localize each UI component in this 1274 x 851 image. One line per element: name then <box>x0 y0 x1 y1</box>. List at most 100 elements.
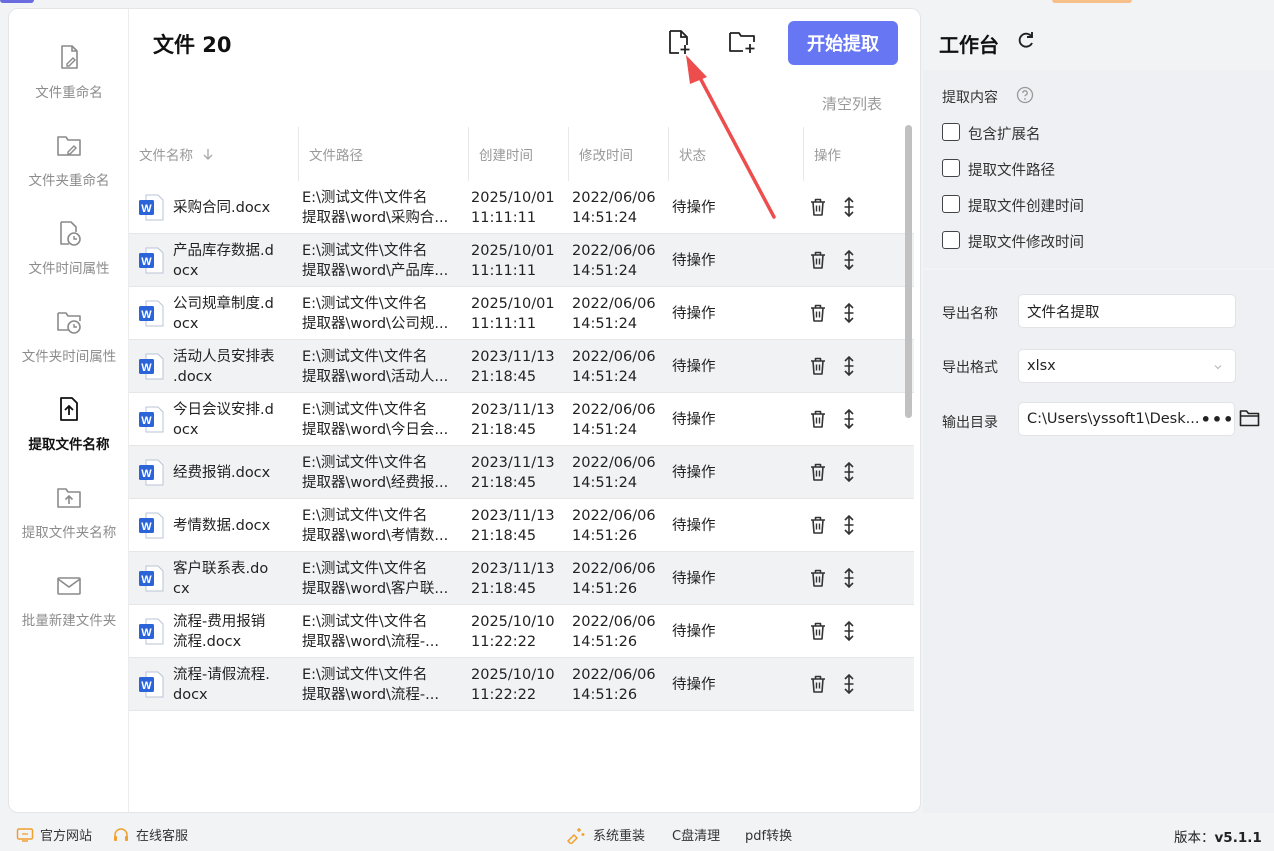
headset-icon <box>114 827 128 841</box>
svg-text:W: W <box>141 203 152 215</box>
browse-more-button[interactable]: ••• <box>1201 402 1235 436</box>
modified-time-cell: 2022/06/06 14:51:24 <box>572 287 670 340</box>
drag-handle[interactable] <box>838 513 860 537</box>
drag-handle[interactable] <box>838 248 860 272</box>
open-folder-icon[interactable] <box>1239 408 1261 428</box>
table-row[interactable]: W 公司规章制度.d ocx E:\测试文件\文件名 提取器\word\公司规... 20… <box>129 287 914 340</box>
delete-row-button[interactable] <box>807 619 829 643</box>
drag-handle[interactable] <box>838 195 860 219</box>
file-path-line2: 提取器\word\公司规... <box>302 315 449 332</box>
file-edit-icon <box>61 45 78 69</box>
add-folder-button[interactable] <box>728 27 758 57</box>
drag-handle[interactable] <box>838 407 860 431</box>
table-row[interactable]: W 考情数据.docx E:\测试文件\文件名 提取器\word\考情数... 2023… <box>129 499 914 552</box>
option-extract-modified-label: 提取文件修改时间 <box>968 235 1084 251</box>
modified-time-cell: 2022/06/06 14:51:24 <box>572 234 670 287</box>
output-dir-input[interactable]: C:\Users\yssoft1\Desk... <box>1018 402 1202 436</box>
file-path-cell: E:\测试文件\文件名 提取器\word\产品库... <box>302 234 466 287</box>
drag-handle[interactable] <box>838 354 860 378</box>
column-header-name[interactable]: 文件名称 <box>129 127 299 181</box>
table-row[interactable]: W 经费报销.docx E:\测试文件\文件名 提取器\word\经费报... 2023… <box>129 446 914 499</box>
table-row[interactable]: W 产品库存数据.d ocx E:\测试文件\文件名 提取器\word\产品库... 20… <box>129 234 914 287</box>
help-icon[interactable] <box>1016 86 1034 104</box>
file-name-line2: 流程.docx <box>173 633 242 650</box>
table-row[interactable]: W 流程-请假流程. docx E:\测试文件\文件名 提取器\word\流程-... 2… <box>129 658 914 711</box>
move-arrows-icon <box>844 197 854 217</box>
modified-time: 14:51:24 <box>572 368 638 385</box>
modified-time: 14:51:26 <box>572 633 638 650</box>
created-time: 11:22:22 <box>471 633 537 650</box>
created-time-cell: 2023/11/13 21:18:45 <box>471 393 569 446</box>
sidebar-item-label: 文件夹时间属性 <box>21 349 117 365</box>
table-scrollbar[interactable] <box>905 125 912 418</box>
delete-row-button[interactable] <box>807 248 829 272</box>
modified-time-cell: 2022/06/06 14:51:24 <box>572 340 670 393</box>
pdf-convert-link[interactable]: pdf转换 <box>745 825 792 844</box>
delete-row-button[interactable] <box>807 407 829 431</box>
main-panel: 文件重命名 文件夹重命名 文件时间属性 文件夹时间属性 提取文件名称 提取文件夹… <box>8 8 921 813</box>
sidebar-item-folder-rename[interactable]: 文件夹重命名 <box>9 127 129 207</box>
column-header-label: 文件名称 <box>139 148 193 164</box>
table-row[interactable]: W 活动人员安排表 .docx E:\测试文件\文件名 提取器\word\活动人... 2… <box>129 340 914 393</box>
website-label: 官方网站 <box>40 829 93 844</box>
clear-list-link[interactable]: 清空列表 <box>822 93 882 114</box>
created-date: 2025/10/10 <box>471 666 555 683</box>
drag-handle[interactable] <box>838 566 860 590</box>
delete-row-button[interactable] <box>807 672 829 696</box>
add-file-button[interactable] <box>664 27 694 57</box>
word-doc-icon: W <box>139 406 164 433</box>
drag-handle[interactable] <box>838 301 860 325</box>
delete-row-button[interactable] <box>807 301 829 325</box>
delete-row-button[interactable] <box>807 460 829 484</box>
export-name-input[interactable]: 文件名提取 <box>1018 294 1236 328</box>
option-include-extension-checkbox[interactable] <box>942 123 960 141</box>
file-name-cell: 产品库存数据.d ocx <box>173 234 297 287</box>
table-row[interactable]: W 客户联系表.do cx E:\测试文件\文件名 提取器\word\客户联... 202… <box>129 552 914 605</box>
sidebar-item-batch-folder[interactable]: 批量新建文件夹 <box>9 567 129 647</box>
drag-handle[interactable] <box>838 672 860 696</box>
sidebar-item-file-rename[interactable]: 文件重命名 <box>9 39 129 119</box>
table-row[interactable]: W 采购合同.docx E:\测试文件\文件名 提取器\word\采购合... 2025… <box>129 181 914 234</box>
delete-row-button[interactable] <box>807 354 829 378</box>
start-extract-button[interactable]: 开始提取 <box>788 21 898 65</box>
export-format-select[interactable]: xlsx <box>1018 349 1236 383</box>
word-doc-icon: W <box>139 194 164 221</box>
sidebar-item-extract-foldername[interactable]: 提取文件夹名称 <box>9 479 129 559</box>
table-row[interactable]: W 流程-费用报销 流程.docx E:\测试文件\文件名 提取器\word\流程-..… <box>129 605 914 658</box>
option-extract-created-checkbox[interactable] <box>942 195 960 213</box>
trash-icon <box>811 463 825 481</box>
file-name-cell: 流程-请假流程. docx <box>173 658 297 711</box>
sidebar-item-extract-filename[interactable]: 提取文件名称 <box>9 391 129 471</box>
website-link[interactable]: 官方网站 <box>16 825 92 844</box>
option-extract-path-checkbox[interactable] <box>942 159 960 177</box>
sidebar-item-file-time[interactable]: 文件时间属性 <box>9 215 129 295</box>
export-format-value: xlsx <box>1027 358 1056 374</box>
option-extract-modified-checkbox[interactable] <box>942 231 960 249</box>
drag-handle[interactable] <box>838 460 860 484</box>
sidebar-item-folder-time[interactable]: 文件夹时间属性 <box>9 303 129 383</box>
table-row[interactable]: W 今日会议安排.d ocx E:\测试文件\文件名 提取器\word\今日会... 20… <box>129 393 914 446</box>
modified-time: 14:51:26 <box>572 580 638 597</box>
modified-time-cell: 2022/06/06 14:51:26 <box>572 499 670 552</box>
status-cell: 待操作 <box>672 517 716 534</box>
created-time: 21:18:45 <box>471 527 537 544</box>
c-drive-clean-link[interactable]: C盘清理 <box>672 825 720 844</box>
system-reinstall-link[interactable]: 系统重装 <box>565 825 645 844</box>
support-link[interactable]: 在线客服 <box>112 825 188 844</box>
word-doc-icon: W <box>139 618 164 645</box>
delete-row-button[interactable] <box>807 513 829 537</box>
delete-row-button[interactable] <box>807 566 829 590</box>
column-header-status: 状态 <box>669 127 804 181</box>
sparkle-icon <box>566 827 585 844</box>
trash-icon <box>811 304 825 322</box>
drag-handle[interactable] <box>838 619 860 643</box>
file-name-line1: 公司规章制度.d <box>173 295 274 312</box>
trash-icon <box>811 622 825 640</box>
move-arrows-icon <box>844 356 854 376</box>
modified-date: 2022/06/06 <box>572 401 656 418</box>
refresh-icon[interactable] <box>1015 29 1037 51</box>
status-cell: 待操作 <box>672 305 716 322</box>
file-path-line1: E:\测试文件\文件名 <box>302 613 428 630</box>
word-doc-icon: W <box>139 353 164 380</box>
delete-row-button[interactable] <box>807 195 829 219</box>
